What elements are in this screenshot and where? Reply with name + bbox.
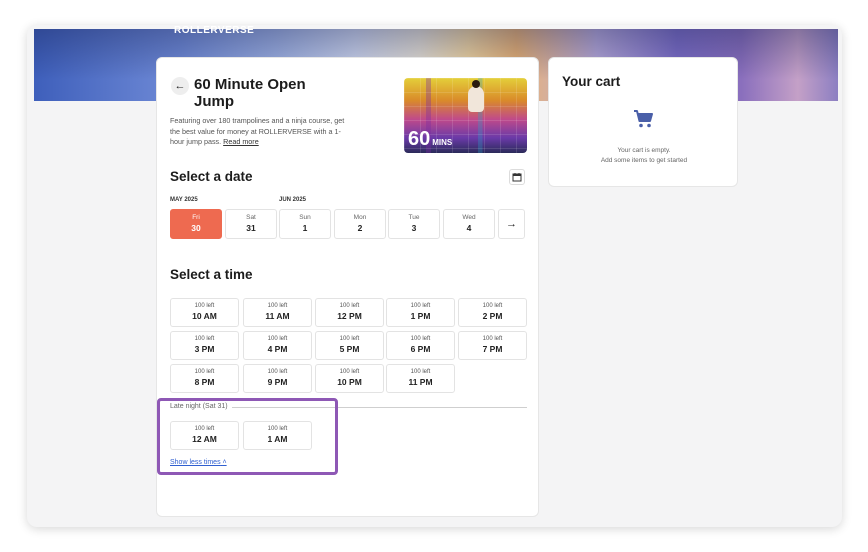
month-label-jun: JUN 2025 — [279, 197, 307, 203]
cart-card: Your cart Your cart is empty. Add some i… — [548, 57, 738, 187]
date-tile-fri-30[interactable]: Fri 30 — [170, 209, 222, 239]
brand-logo-text[interactable]: ROLLERVERSE — [174, 25, 254, 36]
time-slot-12pm[interactable]: 100 left 12 PM — [315, 298, 384, 327]
time-slot-3pm[interactable]: 100 left 3 PM — [170, 331, 239, 360]
product-title: 60 Minute Open Jump — [194, 76, 306, 110]
jumper-figure — [468, 80, 484, 112]
read-more-link[interactable]: Read more — [223, 137, 259, 146]
arrow-left-icon: ← — [174, 80, 186, 92]
time-slot-11pm[interactable]: 100 left 11 PM — [386, 364, 455, 393]
time-slot-6pm[interactable]: 100 left 6 PM — [386, 331, 455, 360]
product-description: Featuring over 180 trampolines and a nin… — [170, 116, 345, 146]
time-slot-4pm[interactable]: 100 left 4 PM — [243, 331, 312, 360]
date-tile-mon-2[interactable]: Mon 2 — [334, 209, 386, 239]
shopping-cart-icon — [634, 110, 653, 128]
next-dates-button[interactable]: → — [498, 209, 525, 239]
back-button[interactable]: ← — [171, 77, 189, 95]
date-tile-sat-31[interactable]: Sat 31 — [225, 209, 277, 239]
browser-frame: ROLLERVERSE ← 60 Minute Open Jump Featur… — [27, 25, 842, 527]
time-slot-2pm[interactable]: 100 left 2 PM — [458, 298, 527, 327]
date-tile-tue-3[interactable]: Tue 3 — [388, 209, 440, 239]
cart-empty-message: Your cart is empty. Add some items to ge… — [600, 147, 688, 164]
product-image: 60 MINS — [404, 78, 527, 153]
time-slot-1pm[interactable]: 100 left 1 PM — [386, 298, 455, 327]
time-slot-5pm[interactable]: 100 left 5 PM — [315, 331, 384, 360]
select-date-heading: Select a date — [170, 169, 253, 184]
time-slot-8pm[interactable]: 100 left 8 PM — [170, 364, 239, 393]
chevron-up-icon: ˄ — [222, 459, 227, 466]
select-time-heading: Select a time — [170, 267, 253, 282]
arrow-right-icon: → — [506, 218, 517, 230]
time-slot-7pm[interactable]: 100 left 7 PM — [458, 331, 527, 360]
cart-title: Your cart — [562, 74, 621, 89]
time-slot-10am[interactable]: 100 left 10 AM — [170, 298, 239, 327]
time-slot-11am[interactable]: 100 left 11 AM — [243, 298, 312, 327]
month-label-may: MAY 2025 — [170, 197, 198, 203]
time-slot-9pm[interactable]: 100 left 9 PM — [243, 364, 312, 393]
time-slot-10pm[interactable]: 100 left 10 PM — [315, 364, 384, 393]
duration-label: 60 MINS — [408, 128, 453, 150]
product-card: ← 60 Minute Open Jump Featuring over 180… — [156, 57, 539, 517]
date-tile-wed-4[interactable]: Wed 4 — [443, 209, 495, 239]
show-less-times-link[interactable]: Show less times ˄ — [170, 459, 227, 466]
calendar-icon — [512, 173, 522, 182]
calendar-button[interactable] — [509, 169, 525, 185]
date-tile-sun-1[interactable]: Sun 1 — [279, 209, 331, 239]
